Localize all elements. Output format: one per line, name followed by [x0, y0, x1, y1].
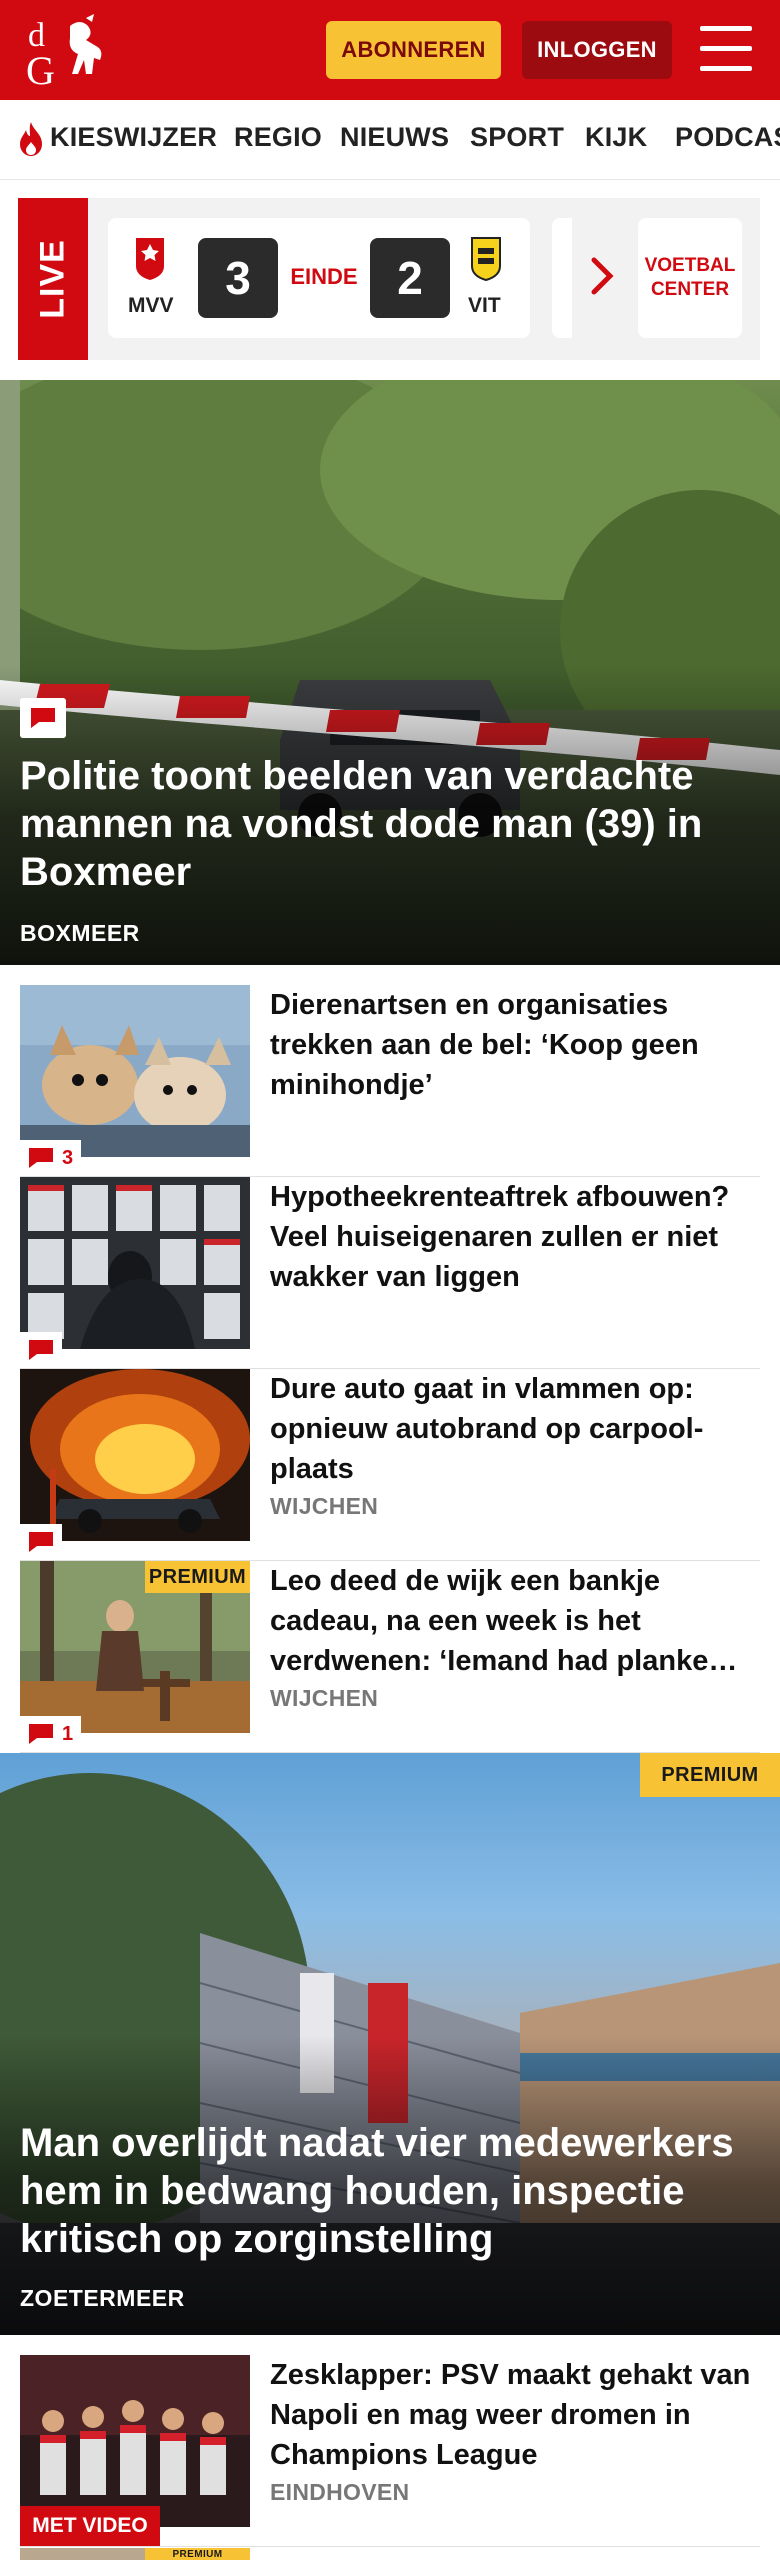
article-1-title[interactable]: Dierenartsen en organisaties trekken aan…: [270, 985, 760, 1105]
article-3-place: WIJCHEN: [270, 1493, 379, 1519]
hero-article-1[interactable]: Politie toont beelden van verdachte mann…: [0, 380, 780, 965]
comment-icon: [29, 1532, 53, 1552]
hero-article-2[interactable]: PREMIUM Man overlijdt nadat vier medewer…: [0, 1753, 780, 2335]
next-match-card[interactable]: [552, 218, 572, 338]
article-4-title[interactable]: Leo deed de wijk een bankje cadeau, na e…: [270, 1561, 760, 1681]
comment-badge: [20, 1332, 62, 1368]
svg-text:G: G: [26, 48, 55, 90]
article-item-4[interactable]: PREMIUM 1 Leo deed de wijk een bankje ca…: [20, 1561, 760, 1753]
nav-item-kijk[interactable]: KIJK: [585, 122, 647, 153]
away-score: 2: [370, 238, 450, 318]
article-1-thumbnail: [20, 985, 250, 1157]
voetbal-center-link[interactable]: VOETBAL CENTER: [638, 218, 742, 338]
comment-count-badge: 3: [20, 1140, 82, 1176]
nav-item-regio[interactable]: REGIO: [234, 122, 322, 153]
hero-1-place: BOXMEER: [20, 920, 140, 946]
nav-item-nieuws[interactable]: NIEUWS: [340, 122, 449, 153]
home-team-name: MVV: [128, 294, 174, 317]
article-5-title[interactable]: Zesklapper: PSV maakt gehakt van Napoli …: [270, 2355, 760, 2475]
article-3-title[interactable]: Dure auto gaat in vlammen op: opnieuw au…: [270, 1369, 760, 1489]
premium-badge: PREMIUM: [145, 2548, 250, 2560]
article-5-thumbnail: [20, 2355, 250, 2527]
article-item-3[interactable]: Dure auto gaat in vlammen op: opnieuw au…: [20, 1369, 760, 1561]
article-4-place: WIJCHEN: [270, 1685, 379, 1711]
article-2-thumbnail: [20, 1177, 250, 1349]
site-logo[interactable]: d G: [24, 12, 116, 90]
comment-icon: [29, 1148, 53, 1168]
article-2-title[interactable]: Hypotheekrenteaftrek afbouwen? Veel huis…: [270, 1177, 760, 1297]
article-5-place: EINDHOVEN: [270, 2479, 410, 2505]
subscribe-button[interactable]: ABONNEREN: [326, 21, 501, 79]
flame-icon: [20, 122, 42, 156]
live-scores-strip: LIVE MVV 3 EINDE 2 VIT VOETBAL CENTER: [18, 198, 760, 360]
article-item-2[interactable]: Hypotheekrenteaftrek afbouwen? Veel huis…: [20, 1177, 760, 1369]
comment-icon: [29, 1724, 53, 1744]
hero-2-place: ZOETERMEER: [20, 2285, 185, 2311]
article-item-1[interactable]: 3 Dierenartsen en organisaties trekken a…: [20, 985, 760, 1177]
video-badge: MET VIDEO: [20, 2506, 160, 2546]
hero-1-title[interactable]: Politie toont beelden van verdachte mann…: [20, 752, 760, 896]
nav-item-kieswijzer[interactable]: KIESWIJZER: [50, 122, 217, 153]
section-nav: KIESWIJZER REGIO NIEUWS SPORT KIJK PODCA…: [0, 100, 780, 180]
nav-item-podcasts[interactable]: PODCASTS: [675, 122, 780, 153]
article-6-thumbnail: PREMIUM: [20, 2548, 250, 2560]
comment-icon: [29, 1340, 53, 1360]
premium-badge: PREMIUM: [640, 1753, 780, 1797]
match-status: EINDE: [290, 264, 358, 289]
comment-count-badge: 1: [20, 1716, 82, 1752]
vitesse-team-logo: [471, 237, 501, 282]
comment-badge: [20, 1524, 62, 1560]
comment-icon: [20, 698, 66, 738]
hero-2-title[interactable]: Man overlijdt nadat vier medewerkers hem…: [20, 2119, 760, 2263]
live-label: LIVE: [18, 198, 88, 360]
chevron-right-icon[interactable]: [588, 256, 616, 296]
login-button[interactable]: INLOGGEN: [522, 21, 672, 79]
menu-icon[interactable]: [700, 26, 752, 72]
top-bar: d G ABONNEREN INLOGGEN: [0, 0, 780, 100]
nav-item-sport[interactable]: SPORT: [470, 122, 564, 153]
article-item-5[interactable]: MET VIDEO Zesklapper: PSV maakt gehakt v…: [20, 2355, 760, 2547]
home-score: 3: [198, 238, 278, 318]
match-card[interactable]: MVV 3 EINDE 2 VIT: [108, 218, 530, 338]
away-team-name: VIT: [468, 294, 501, 317]
mvv-team-logo: [136, 238, 164, 280]
article-3-thumbnail: [20, 1369, 250, 1541]
premium-badge: PREMIUM: [145, 1561, 250, 1593]
